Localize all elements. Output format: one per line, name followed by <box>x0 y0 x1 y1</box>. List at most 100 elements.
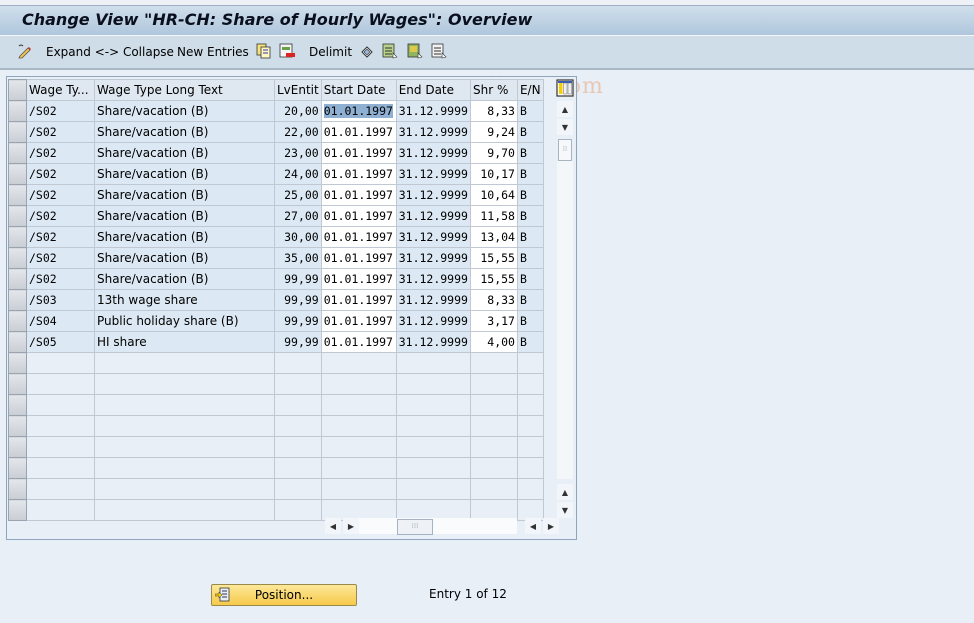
row-select-button[interactable] <box>8 100 27 122</box>
position-icon <box>215 587 230 602</box>
cell-shr-pct[interactable]: 3,17 <box>469 310 518 332</box>
horizontal-scrollbar[interactable]: ◀ ▶ ⁞⁞⁞ ◀ ▶ <box>323 517 559 535</box>
row-select-button[interactable] <box>8 394 27 416</box>
row-select-button[interactable] <box>8 478 27 500</box>
new-entries-button[interactable]: New Entries <box>177 44 249 60</box>
cell-long-text: Share/vacation (B) <box>94 247 275 269</box>
cell-shr-pct[interactable]: 13,04 <box>469 226 518 248</box>
row-select-button[interactable] <box>8 436 27 458</box>
table-settings-icon <box>556 79 574 97</box>
cell-start-date[interactable]: 01.01.1997 <box>320 289 397 311</box>
table-settings-button[interactable] <box>556 79 574 97</box>
scroll-page-up-button[interactable]: ▲ <box>557 484 573 500</box>
cell-start-date[interactable]: 01.01.1997 <box>320 226 397 248</box>
cell-shr-pct[interactable]: 10,17 <box>469 163 518 185</box>
row-select-button[interactable] <box>8 247 27 269</box>
cell-lv-entit: 25,00 <box>274 184 322 206</box>
column-header-long-text[interactable]: Wage Type Long Text <box>94 79 275 101</box>
cell-shr-pct[interactable]: 15,55 <box>469 247 518 269</box>
horizontal-scroll-track[interactable]: ⁞⁞⁞ <box>359 518 517 535</box>
scroll-down-button[interactable]: ▼ <box>557 119 573 135</box>
select-all-rows-button[interactable] <box>8 79 27 101</box>
column-header-end-date[interactable]: End Date <box>395 79 471 101</box>
select-block-icon[interactable] <box>407 43 423 59</box>
row-select-button[interactable] <box>8 310 27 332</box>
vertical-scroll-track[interactable] <box>557 161 573 479</box>
cell-shr-pct[interactable]: 8,33 <box>469 289 518 311</box>
position-button[interactable]: Position... <box>211 584 357 606</box>
row-select-button[interactable] <box>8 121 27 143</box>
row-select-button[interactable] <box>8 457 27 479</box>
cell-start-date[interactable]: 01.01.1997 <box>320 163 397 185</box>
empty-cell <box>26 478 95 500</box>
cell-long-text: Share/vacation (B) <box>94 142 275 164</box>
cell-shr-pct[interactable]: 10,64 <box>469 184 518 206</box>
row-select-button[interactable] <box>8 163 27 185</box>
row-select-button[interactable] <box>8 289 27 311</box>
row-select-button[interactable] <box>8 184 27 206</box>
empty-cell <box>469 415 518 437</box>
cell-start-date[interactable]: 01.01.1997 <box>320 331 397 353</box>
scroll-right-button[interactable]: ▶ <box>343 518 359 534</box>
column-header-wage-type[interactable]: Wage Ty... <box>26 79 95 101</box>
cell-shr-pct[interactable]: 15,55 <box>469 268 518 290</box>
delimit-button[interactable]: Delimit <box>309 44 352 60</box>
cell-start-date[interactable]: 01.01.1997 <box>320 310 397 332</box>
cell-start-date[interactable]: 01.01.1997 <box>320 142 397 164</box>
cell-start-date[interactable]: 01.01.1997 <box>320 100 397 122</box>
cell-shr-pct[interactable]: 8,33 <box>469 100 518 122</box>
empty-cell <box>516 436 544 458</box>
column-header-shr-pct[interactable]: Shr % <box>469 79 518 101</box>
cell-lv-entit: 24,00 <box>274 163 322 185</box>
empty-cell <box>516 478 544 500</box>
cell-start-date[interactable]: 01.01.1997 <box>320 205 397 227</box>
empty-cell <box>94 415 275 437</box>
cell-start-date[interactable]: 01.01.1997 <box>320 268 397 290</box>
column-header-e-n[interactable]: E/N <box>516 79 544 101</box>
table-row: /S02 Share/vacation (B) 20,00 01.01.1997 31.… <box>8 100 544 122</box>
cell-lv-entit: 23,00 <box>274 142 322 164</box>
row-select-button[interactable] <box>8 352 27 374</box>
cell-end-date: 31.12.9999 <box>395 247 471 269</box>
row-select-button[interactable] <box>8 415 27 437</box>
vertical-scroll-thumb[interactable]: ⁞⁞ <box>558 139 572 161</box>
row-select-button[interactable] <box>8 373 27 395</box>
cell-wage-type: /S02 <box>26 184 95 206</box>
display-change-icon[interactable] <box>17 43 33 59</box>
scroll-page-down-button[interactable]: ▼ <box>557 502 573 518</box>
cell-shr-pct[interactable]: 9,24 <box>469 121 518 143</box>
cell-long-text: Share/vacation (B) <box>94 268 275 290</box>
select-all-icon[interactable] <box>382 43 398 59</box>
title-bar: Change View "HR-CH: Share of Hourly Wage… <box>0 6 974 36</box>
column-header-lv-entit[interactable]: LvEntit <box>274 79 322 101</box>
scroll-left-end-button[interactable]: ◀ <box>525 518 541 534</box>
vertical-scrollbar[interactable]: ▲ ▼ ⁞⁞ ▲ ▼ <box>556 99 574 518</box>
cell-end-date: 31.12.9999 <box>395 268 471 290</box>
cell-start-date[interactable]: 01.01.1997 <box>320 121 397 143</box>
copy-icon[interactable] <box>256 43 272 59</box>
expand-collapse-button[interactable]: Expand <-> Collapse <box>46 44 174 60</box>
cell-shr-pct[interactable]: 4,00 <box>469 331 518 353</box>
delete-icon[interactable] <box>279 43 295 59</box>
cell-start-date[interactable]: 01.01.1997 <box>320 247 397 269</box>
row-select-button[interactable] <box>8 331 27 353</box>
table-row: /S02 Share/vacation (B) 30,00 01.01.1997 31.… <box>8 226 544 248</box>
deselect-all-icon[interactable] <box>431 43 447 59</box>
cell-shr-pct[interactable]: 9,70 <box>469 142 518 164</box>
cell-end-date: 31.12.9999 <box>395 205 471 227</box>
row-select-button[interactable] <box>8 205 27 227</box>
scroll-up-button[interactable]: ▲ <box>557 101 573 117</box>
undo-change-icon[interactable] <box>359 43 375 59</box>
row-select-button[interactable] <box>8 268 27 290</box>
row-select-button[interactable] <box>8 499 27 521</box>
cell-wage-type: /S03 <box>26 289 95 311</box>
row-select-button[interactable] <box>8 142 27 164</box>
scroll-right-end-button[interactable]: ▶ <box>543 518 559 534</box>
cell-shr-pct[interactable]: 11,58 <box>469 205 518 227</box>
row-select-button[interactable] <box>8 226 27 248</box>
cell-start-date[interactable]: 01.01.1997 <box>320 184 397 206</box>
horizontal-scroll-thumb[interactable]: ⁞⁞⁞ <box>397 519 433 535</box>
cell-e-n: B <box>516 142 544 164</box>
column-header-start-date[interactable]: Start Date <box>320 79 397 101</box>
scroll-left-button[interactable]: ◀ <box>325 518 341 534</box>
